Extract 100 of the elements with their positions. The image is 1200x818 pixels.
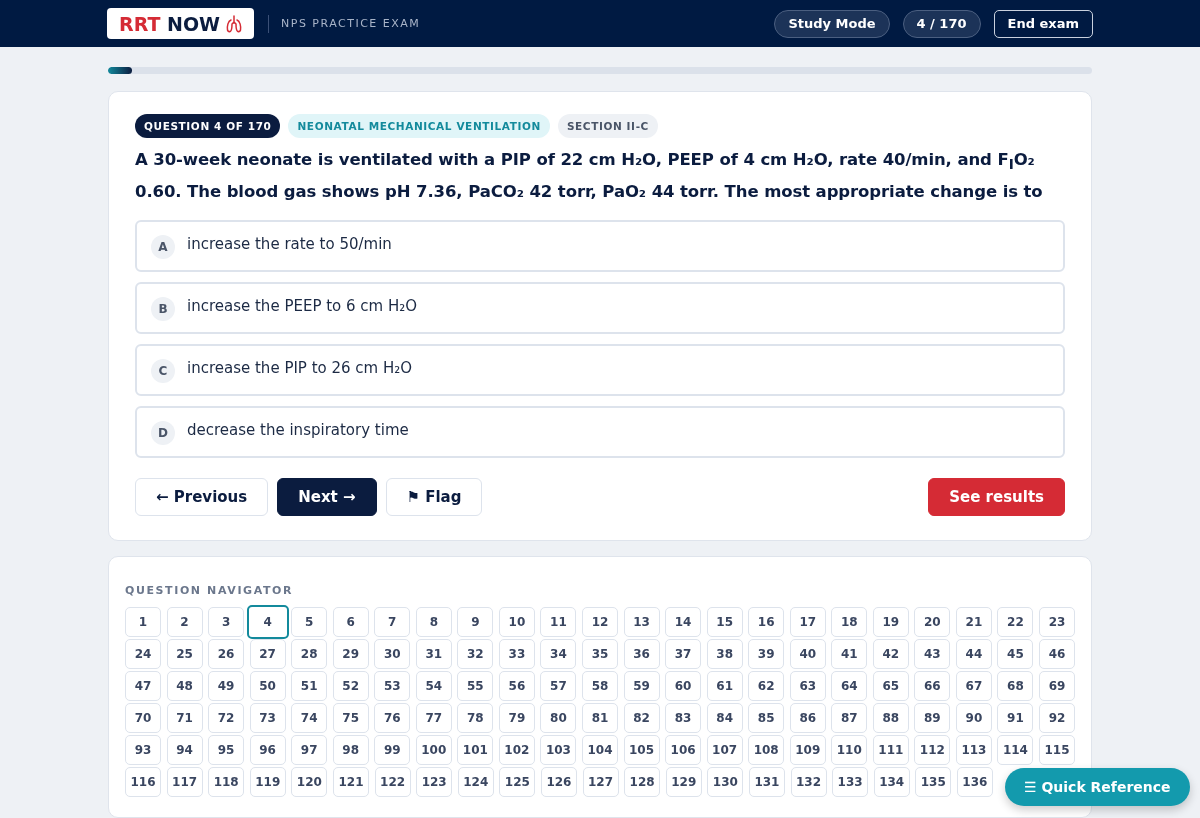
question-number[interactable]: 32 [457, 639, 494, 670]
question-number[interactable]: 125 [499, 767, 536, 798]
question-number[interactable]: 65 [872, 671, 909, 702]
question-number[interactable]: 54 [415, 671, 452, 702]
action-button[interactable]: ← Previous [135, 478, 269, 517]
question-number[interactable]: 49 [208, 671, 245, 702]
question-number[interactable]: 19 [872, 607, 909, 638]
question-number[interactable]: 47 [125, 671, 161, 702]
question-number[interactable]: 119 [249, 767, 286, 798]
question-number[interactable]: 60 [665, 671, 702, 702]
question-number[interactable]: 69 [1039, 671, 1075, 702]
question-number[interactable]: 102 [498, 735, 535, 766]
question-number[interactable]: 8 [415, 607, 452, 638]
question-number[interactable]: 18 [831, 607, 868, 638]
question-number[interactable]: 1 [125, 607, 161, 638]
question-number[interactable]: 22 [997, 607, 1034, 638]
answer-option[interactable]: B increase the PEEP to 6 cm H₂O [135, 282, 1065, 335]
question-number[interactable]: 111 [872, 735, 909, 766]
question-number[interactable]: 20 [914, 607, 951, 638]
question-number[interactable]: 89 [914, 703, 951, 734]
question-number[interactable]: 38 [706, 639, 743, 670]
header-button[interactable]: End exam [993, 9, 1093, 38]
question-number[interactable]: 92 [1039, 703, 1075, 734]
question-number[interactable]: 31 [415, 639, 452, 670]
question-number[interactable]: 52 [332, 671, 369, 702]
question-number[interactable]: 117 [166, 767, 203, 798]
question-number[interactable]: 131 [748, 767, 785, 798]
question-number[interactable]: 124 [457, 767, 494, 798]
question-number[interactable]: 120 [291, 767, 328, 798]
question-number[interactable]: 59 [623, 671, 660, 702]
question-number[interactable]: 91 [997, 703, 1034, 734]
question-number[interactable]: 114 [997, 735, 1034, 766]
question-number[interactable]: 13 [623, 607, 660, 638]
question-number[interactable]: 40 [789, 639, 826, 670]
question-number[interactable]: 90 [955, 703, 992, 734]
question-number[interactable]: 50 [249, 671, 286, 702]
question-number[interactable]: 97 [291, 735, 328, 766]
question-number[interactable]: 129 [665, 767, 702, 798]
action-button[interactable]: Next → [277, 478, 377, 517]
question-number[interactable]: 112 [914, 735, 951, 766]
question-number[interactable]: 75 [332, 703, 369, 734]
logo[interactable]: RRT NOW [107, 8, 254, 39]
question-number[interactable]: 130 [707, 767, 744, 798]
question-number[interactable]: 36 [623, 639, 660, 670]
question-number[interactable]: 109 [789, 735, 826, 766]
question-number[interactable]: 45 [997, 639, 1034, 670]
question-number[interactable]: 29 [332, 639, 369, 670]
question-number[interactable]: 48 [166, 671, 203, 702]
action-button[interactable]: ⚑ Flag [385, 478, 483, 517]
answer-option[interactable]: A increase the rate to 50/min [135, 220, 1065, 273]
question-number[interactable]: 12 [582, 607, 618, 638]
header-button[interactable]: 4 / 170 [902, 9, 981, 38]
question-number[interactable]: 106 [665, 735, 702, 766]
question-number[interactable]: 98 [332, 735, 369, 766]
question-number[interactable]: 27 [249, 639, 286, 670]
question-number[interactable]: 3 [208, 607, 245, 638]
question-number[interactable]: 14 [665, 607, 702, 638]
question-number[interactable]: 33 [498, 639, 535, 670]
question-number[interactable]: 5 [291, 607, 328, 638]
question-number[interactable]: 16 [748, 607, 785, 638]
question-number[interactable]: 46 [1039, 639, 1075, 670]
question-number[interactable]: 72 [208, 703, 245, 734]
question-number[interactable]: 4 [246, 605, 289, 640]
question-number[interactable]: 55 [457, 671, 494, 702]
question-number[interactable]: 83 [665, 703, 702, 734]
question-number[interactable]: 74 [291, 703, 328, 734]
question-number[interactable]: 2 [166, 607, 203, 638]
question-number[interactable]: 9 [457, 607, 494, 638]
question-number[interactable]: 100 [415, 735, 452, 766]
question-number[interactable]: 110 [831, 735, 868, 766]
question-number[interactable]: 34 [540, 639, 577, 670]
question-number[interactable]: 37 [665, 639, 702, 670]
question-number[interactable]: 77 [415, 703, 452, 734]
question-number[interactable]: 101 [457, 735, 494, 766]
question-number[interactable]: 107 [706, 735, 743, 766]
question-number[interactable]: 44 [955, 639, 992, 670]
question-number[interactable]: 21 [955, 607, 992, 638]
question-number[interactable]: 103 [540, 735, 577, 766]
question-number[interactable]: 136 [956, 767, 993, 798]
question-number[interactable]: 56 [498, 671, 535, 702]
question-number[interactable]: 53 [374, 671, 411, 702]
question-number[interactable]: 43 [914, 639, 951, 670]
question-number[interactable]: 86 [789, 703, 826, 734]
question-number[interactable]: 95 [208, 735, 245, 766]
question-number[interactable]: 99 [374, 735, 411, 766]
question-number[interactable]: 104 [582, 735, 618, 766]
question-number[interactable]: 68 [997, 671, 1034, 702]
question-number[interactable]: 113 [955, 735, 992, 766]
question-number[interactable]: 128 [624, 767, 661, 798]
question-number[interactable]: 26 [208, 639, 245, 670]
question-number[interactable]: 126 [540, 767, 577, 798]
question-number[interactable]: 15 [706, 607, 743, 638]
question-number[interactable]: 78 [457, 703, 494, 734]
question-number[interactable]: 28 [291, 639, 328, 670]
question-number[interactable]: 133 [832, 767, 869, 798]
question-number[interactable]: 105 [623, 735, 660, 766]
question-number[interactable]: 6 [332, 607, 369, 638]
question-number[interactable]: 81 [582, 703, 618, 734]
question-number[interactable]: 24 [125, 639, 161, 670]
question-number[interactable]: 58 [582, 671, 618, 702]
